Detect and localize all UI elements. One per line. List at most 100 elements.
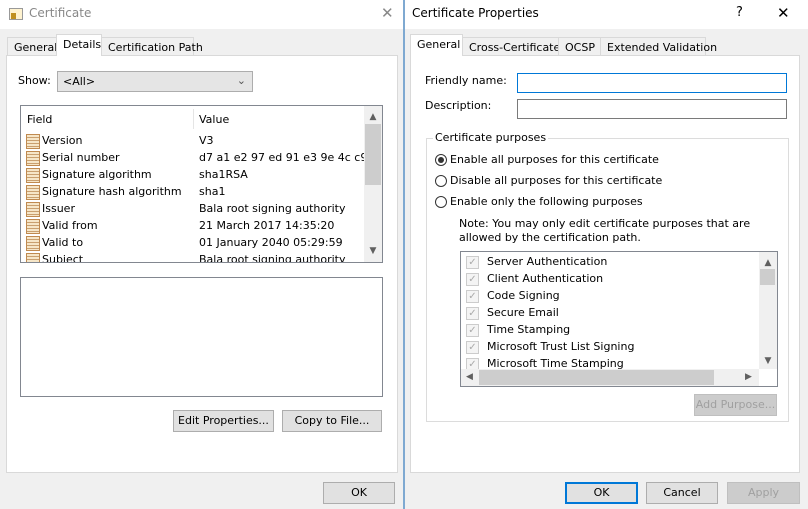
- purpose-label: Code Signing: [487, 289, 560, 302]
- tab-ocsp[interactable]: OCSP: [558, 37, 601, 56]
- title-bar: Certificate ✕: [0, 0, 403, 29]
- horizontal-scrollbar[interactable]: ◀ ▶: [461, 369, 759, 386]
- tab-extended-validation[interactable]: Extended Validation: [600, 37, 717, 56]
- details-panel: Show: <All> ⌄ Field Value Version V3 Seria…: [6, 55, 398, 473]
- column-header-value[interactable]: Value: [199, 113, 229, 126]
- scroll-left-icon[interactable]: ◀: [466, 372, 473, 382]
- friendly-name-input[interactable]: [517, 73, 787, 93]
- friendly-name-label: Friendly name:: [425, 74, 507, 87]
- field-value: sha1RSA: [199, 168, 248, 181]
- field-value: 01 January 2040 05:29:59: [199, 236, 343, 249]
- field-row[interactable]: Valid from 21 March 2017 14:35:20: [26, 217, 366, 234]
- field-row[interactable]: Version V3: [26, 132, 366, 149]
- copy-to-file-button[interactable]: Copy to File...: [282, 410, 382, 432]
- field-icon: [26, 150, 40, 166]
- certificate-window: Certificate ✕ General Details Certificat…: [0, 0, 403, 509]
- group-label: Certificate purposes: [433, 131, 549, 144]
- checkbox-icon[interactable]: ✓: [466, 340, 479, 354]
- purpose-radio[interactable]: Disable all purposes for this certificat…: [435, 172, 662, 189]
- checkbox-icon[interactable]: ✓: [466, 323, 479, 337]
- scroll-right-icon[interactable]: ▶: [745, 372, 752, 382]
- purposes-list[interactable]: ✓ Server Authentication ✓ Client Authentica…: [460, 251, 778, 387]
- radio-icon[interactable]: [435, 175, 447, 187]
- purpose-item[interactable]: ✓ Code Signing: [466, 287, 560, 304]
- fields-list[interactable]: Field Value Version V3 Serial number d7 a1 …: [20, 105, 383, 263]
- tab-details[interactable]: Details: [56, 34, 102, 56]
- purpose-label: Client Authentication: [487, 272, 604, 285]
- description-input[interactable]: [517, 99, 787, 119]
- purpose-label: Microsoft Trust List Signing: [487, 340, 635, 353]
- field-row[interactable]: Serial number d7 a1 e2 97 ed 91 e3 9e 4c …: [26, 149, 378, 166]
- field-name: Signature hash algorithm: [42, 185, 182, 198]
- close-button[interactable]: ✕: [381, 4, 394, 22]
- purpose-radio[interactable]: Enable all purposes for this certificate: [435, 151, 659, 168]
- field-name: Signature algorithm: [42, 168, 152, 181]
- window-title: Certificate Properties: [412, 6, 539, 20]
- purpose-label: Server Authentication: [487, 255, 608, 268]
- scroll-up-icon[interactable]: ▲: [759, 258, 777, 268]
- apply-button[interactable]: Apply: [727, 482, 800, 504]
- field-icon: [26, 252, 40, 262]
- scroll-down-icon[interactable]: ▼: [364, 246, 382, 256]
- certificate-icon: [9, 8, 23, 20]
- checkbox-icon[interactable]: ✓: [466, 255, 479, 269]
- description-label: Description:: [425, 99, 492, 112]
- radio-icon[interactable]: [435, 196, 447, 208]
- tab-general[interactable]: General: [7, 37, 57, 56]
- radio-label: Enable only the following purposes: [450, 195, 643, 208]
- field-name: Version: [42, 134, 83, 147]
- purpose-item[interactable]: ✓ Secure Email: [466, 304, 559, 321]
- purpose-item[interactable]: ✓ Microsoft Trust List Signing: [466, 338, 634, 355]
- chevron-down-icon: ⌄: [236, 74, 246, 87]
- help-button[interactable]: ?: [736, 5, 743, 20]
- purpose-label: Time Stamping: [487, 323, 571, 336]
- window-title: Certificate: [29, 6, 92, 20]
- add-purpose-button[interactable]: Add Purpose...: [694, 394, 777, 416]
- ok-button[interactable]: OK: [565, 482, 638, 504]
- close-button[interactable]: ✕: [777, 4, 790, 22]
- field-row[interactable]: Signature hash algorithm sha1: [26, 183, 366, 200]
- field-value: sha1: [199, 185, 226, 198]
- field-row[interactable]: Subject Bala root signing authority: [26, 251, 366, 263]
- tab-cross-certificates[interactable]: Cross-Certificates: [462, 37, 566, 56]
- checkbox-icon[interactable]: ✓: [466, 306, 479, 320]
- field-icon: [26, 218, 40, 234]
- general-panel: Friendly name: Description: Certificate …: [410, 55, 800, 473]
- tab-certification-path[interactable]: Certification Path: [101, 37, 203, 56]
- purpose-radio[interactable]: Enable only the following purposes: [435, 193, 643, 210]
- checkbox-icon[interactable]: ✓: [466, 272, 479, 286]
- field-icon: [26, 133, 40, 149]
- tab-general[interactable]: General: [410, 34, 463, 56]
- field-icon: [26, 235, 40, 251]
- scroll-down-icon[interactable]: ▼: [759, 356, 777, 366]
- scroll-thumb[interactable]: [365, 124, 381, 185]
- certificate-purposes-group: Certificate purposes Enable all purposes…: [426, 131, 789, 422]
- show-dropdown[interactable]: <All> ⌄: [57, 71, 253, 92]
- field-row[interactable]: Valid to 01 January 2040 05:29:59: [26, 234, 366, 251]
- scroll-thumb[interactable]: [479, 370, 714, 385]
- purpose-item[interactable]: ✓ Client Authentication: [466, 270, 603, 287]
- ok-button[interactable]: OK: [323, 482, 395, 504]
- field-value: d7 a1 e2 97 ed 91 e3 9e 4c c9...: [199, 151, 378, 164]
- radio-label: Disable all purposes for this certificat…: [450, 174, 663, 187]
- vertical-scrollbar[interactable]: ▲ ▼: [759, 252, 777, 369]
- purpose-item[interactable]: ✓ Time Stamping: [466, 321, 570, 338]
- cancel-button[interactable]: Cancel: [646, 482, 718, 504]
- field-row[interactable]: Signature algorithm sha1RSA: [26, 166, 366, 183]
- scroll-thumb[interactable]: [760, 269, 775, 285]
- value-textbox[interactable]: [20, 277, 383, 397]
- vertical-scrollbar[interactable]: ▲ ▼: [364, 106, 382, 262]
- field-icon: [26, 167, 40, 183]
- field-value: V3: [199, 134, 214, 147]
- purpose-item[interactable]: ✓ Server Authentication: [466, 253, 607, 270]
- field-name: Issuer: [42, 202, 75, 215]
- column-header-field[interactable]: Field: [27, 113, 52, 126]
- show-value: <All>: [63, 75, 96, 88]
- scroll-up-icon[interactable]: ▲: [364, 112, 382, 122]
- edit-properties-button[interactable]: Edit Properties...: [173, 410, 274, 432]
- checkbox-icon[interactable]: ✓: [466, 289, 479, 303]
- field-row[interactable]: Issuer Bala root signing authority: [26, 200, 366, 217]
- field-value: Bala root signing authority: [199, 253, 346, 263]
- note-text: Note: You may only edit certificate purp…: [459, 217, 751, 244]
- radio-icon[interactable]: [435, 154, 447, 166]
